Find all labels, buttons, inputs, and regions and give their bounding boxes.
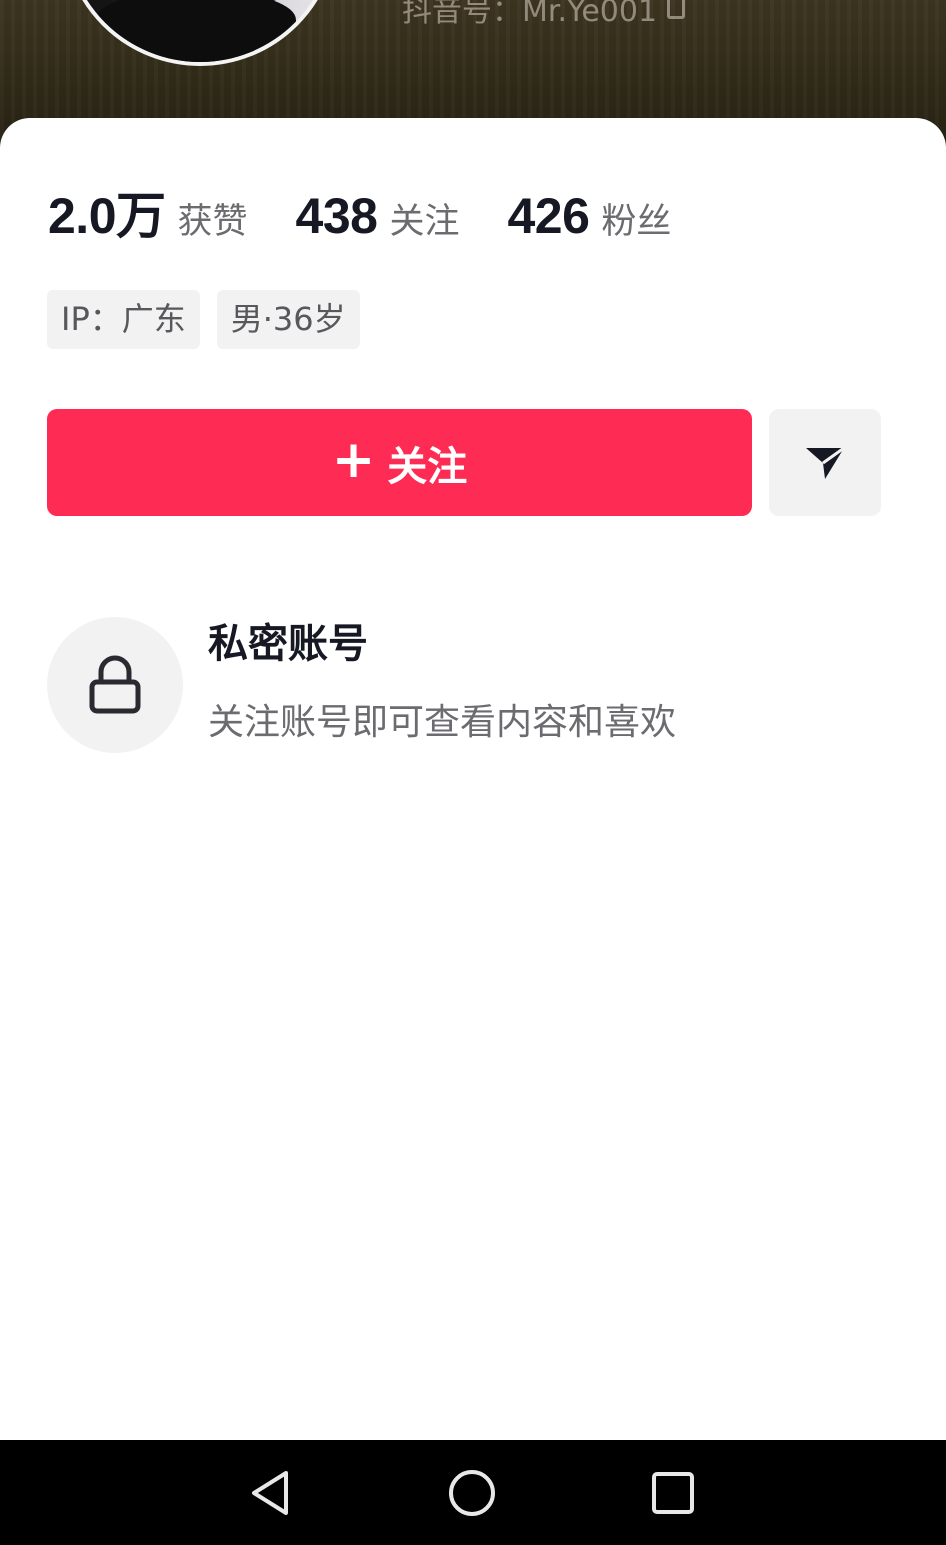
- douyin-id-text: 抖音号：Mr.Ye001: [402, 0, 658, 29]
- system-nav-bar: [0, 1440, 946, 1545]
- stat-following[interactable]: 438 关注: [296, 187, 460, 245]
- lock-icon: [89, 655, 141, 714]
- ip-location-tag: IP：广东: [47, 290, 200, 349]
- lock-icon-container: [47, 617, 183, 753]
- private-title: 私密账号: [208, 621, 368, 667]
- stat-likes-label: 获赞: [177, 202, 248, 242]
- profile-tags: IP：广东 男·36岁: [47, 290, 360, 349]
- send-icon: [806, 446, 845, 479]
- plus-icon: +: [331, 429, 376, 490]
- home-circle-icon: [449, 1470, 495, 1516]
- nav-back-button[interactable]: [242, 1465, 298, 1521]
- back-triangle-icon: [252, 1471, 288, 1515]
- douyin-id-row[interactable]: 抖音号：Mr.Ye001: [402, 0, 686, 30]
- nav-recent-button[interactable]: [645, 1465, 701, 1521]
- stat-followers-label: 粉丝: [601, 202, 672, 242]
- stat-followers-value: 426: [507, 188, 590, 244]
- private-account-notice: 私密账号 关注账号即可查看内容和喜欢: [47, 617, 676, 753]
- stat-following-label: 关注: [389, 202, 460, 242]
- follow-button-label: 关注: [387, 443, 468, 490]
- private-text-block: 私密账号 关注账号即可查看内容和喜欢: [208, 621, 677, 745]
- stat-likes[interactable]: 2.0万 获赞: [48, 176, 248, 248]
- nav-home-button[interactable]: [444, 1465, 500, 1521]
- stat-likes-value: 2.0万: [48, 188, 166, 244]
- copy-icon[interactable]: [667, 0, 686, 19]
- avatar-figure: [96, 0, 296, 62]
- private-description: 关注账号即可查看内容和喜欢: [208, 702, 677, 743]
- gender-age-tag: 男·36岁: [216, 290, 360, 349]
- stat-following-value: 438: [295, 188, 378, 244]
- follow-button[interactable]: + 关注: [47, 409, 752, 516]
- stats-row: 2.0万 获赞 438 关注 426 粉丝: [48, 176, 719, 244]
- stat-followers[interactable]: 426 粉丝: [507, 187, 671, 245]
- send-message-button[interactable]: [769, 409, 881, 516]
- recent-square-icon: [652, 1472, 694, 1514]
